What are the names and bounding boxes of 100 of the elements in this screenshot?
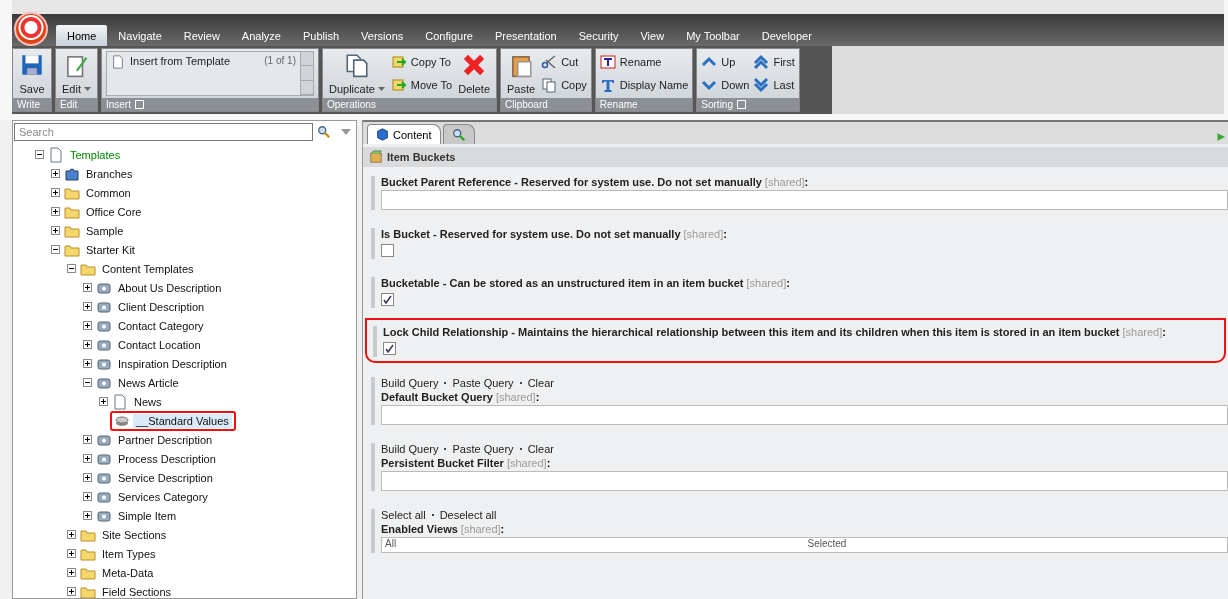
tree-item[interactable]: Content Templates: [99, 261, 197, 276]
expand-toggle[interactable]: [83, 302, 92, 311]
gallery-item[interactable]: Insert from Template (1 of 1): [106, 52, 300, 95]
tree-item[interactable]: Process Description: [115, 451, 219, 466]
search-icon: [317, 125, 331, 139]
tree-item[interactable]: Starter Kit: [83, 242, 138, 257]
tree-item[interactable]: About Us Description: [115, 280, 225, 295]
collapse-toggle[interactable]: [35, 150, 44, 159]
multilist-field[interactable]: All Selected: [381, 537, 1228, 553]
editor-tab[interactable]: [442, 124, 475, 144]
field-link[interactable]: Select all: [381, 509, 426, 521]
field-link[interactable]: Deselect all: [439, 509, 497, 521]
expand-toggle[interactable]: [67, 568, 76, 577]
ribbon-button[interactable]: Delete: [456, 51, 492, 96]
tree-item[interactable]: Inspiration Description: [115, 356, 230, 371]
expand-toggle[interactable]: [67, 549, 76, 558]
expand-toggle[interactable]: [83, 340, 92, 349]
ribbon-tab[interactable]: View: [629, 25, 676, 46]
ribbon-button[interactable]: Duplicate: [326, 51, 387, 96]
text-field[interactable]: [381, 405, 1228, 425]
ribbon-tab[interactable]: Versions: [350, 25, 415, 46]
launcher-icon[interactable]: [737, 100, 746, 109]
ribbon-button[interactable]: Rename: [599, 54, 689, 71]
ribbon-button[interactable]: Cut: [541, 54, 587, 71]
expand-toggle[interactable]: [83, 435, 92, 444]
text-field[interactable]: [381, 190, 1228, 210]
tree-item[interactable]: News Article: [115, 375, 182, 390]
tree-item[interactable]: Client Description: [115, 299, 208, 314]
expand-toggle[interactable]: [67, 530, 76, 539]
launcher-icon[interactable]: [135, 100, 144, 109]
tree-item[interactable]: News: [131, 394, 165, 409]
ribbon-tab[interactable]: My Toolbar: [675, 25, 751, 46]
expand-toggle[interactable]: [51, 169, 60, 178]
ribbon-button[interactable]: Display Name: [599, 76, 689, 93]
caret-icon[interactable]: [341, 129, 351, 135]
tree-item[interactable]: Templates: [67, 147, 124, 162]
rename-field-icon: [599, 54, 616, 71]
checkbox[interactable]: [381, 244, 394, 257]
ribbon-button[interactable]: Save: [17, 51, 47, 96]
expand-toggle[interactable]: [99, 397, 108, 406]
tree-item[interactable]: Meta-Data: [99, 565, 157, 580]
expand-toggle[interactable]: [67, 587, 76, 596]
editor-tab[interactable]: Content: [367, 124, 441, 144]
ribbon-button[interactable]: Last: [753, 76, 795, 93]
ribbon-button[interactable]: Move To: [390, 76, 453, 93]
cube-icon: [376, 128, 389, 141]
search-field[interactable]: Search: [14, 123, 313, 141]
ribbon-tab[interactable]: Home: [56, 25, 108, 46]
ribbon-tab[interactable]: Analyze: [230, 25, 292, 46]
expand-toggle[interactable]: [51, 226, 60, 235]
expand-toggle[interactable]: [83, 492, 92, 501]
tree-item[interactable]: Contact Category: [115, 318, 207, 333]
collapse-toggle[interactable]: [67, 264, 76, 273]
tree-item[interactable]: Item Types: [99, 546, 159, 561]
ribbon-button[interactable]: Edit: [60, 51, 93, 96]
ribbon-tab[interactable]: Configure: [414, 25, 484, 46]
app-logo[interactable]: [14, 12, 48, 46]
field-link[interactable]: Paste Query: [452, 443, 514, 455]
expand-toggle[interactable]: [83, 283, 92, 292]
tree-item[interactable]: Site Sections: [99, 527, 170, 542]
expand-toggle[interactable]: [51, 207, 60, 216]
expand-toggle[interactable]: [51, 188, 60, 197]
field-link[interactable]: Clear: [527, 443, 554, 455]
expand-toggle[interactable]: [83, 473, 92, 482]
checkbox[interactable]: [381, 293, 394, 306]
field-link[interactable]: Build Query: [381, 443, 439, 455]
expand-toggle[interactable]: [83, 454, 92, 463]
ribbon-tab[interactable]: Presentation: [483, 25, 568, 46]
tree-item[interactable]: Partner Description: [115, 432, 216, 447]
collapse-toggle[interactable]: [51, 245, 60, 254]
text-field[interactable]: [381, 471, 1228, 491]
ribbon-tab[interactable]: Review: [172, 25, 231, 46]
tree-item[interactable]: Common: [83, 185, 134, 200]
expand-toggle[interactable]: [83, 359, 92, 368]
expand-toggle[interactable]: [83, 511, 92, 520]
field-link[interactable]: Clear: [527, 377, 554, 389]
tree-item[interactable]: Sample: [83, 223, 127, 238]
field-link[interactable]: Paste Query: [452, 377, 514, 389]
ribbon-tab[interactable]: Navigate: [107, 25, 173, 46]
collapse-toggle[interactable]: [83, 378, 92, 387]
ribbon-button[interactable]: First: [753, 54, 795, 71]
ribbon-button[interactable]: Copy To: [390, 54, 453, 71]
tree-item[interactable]: Branches: [83, 166, 136, 181]
tree-item[interactable]: Services Category: [115, 489, 211, 504]
ribbon-tab[interactable]: Publish: [292, 25, 351, 46]
tree-item[interactable]: Service Description: [115, 470, 216, 485]
tree-item[interactable]: __Standard Values: [133, 413, 232, 428]
ribbon-button[interactable]: Up: [701, 54, 750, 71]
ribbon-button[interactable]: Down: [701, 76, 750, 93]
expand-toggle[interactable]: [83, 321, 92, 330]
tree-item[interactable]: Simple Item: [115, 508, 180, 523]
ribbon-button[interactable]: Copy: [541, 76, 587, 93]
tree-item[interactable]: Contact Location: [115, 337, 204, 352]
ribbon-tab[interactable]: Security: [567, 25, 630, 46]
checkbox[interactable]: [383, 342, 396, 355]
ribbon-button[interactable]: Paste: [505, 51, 538, 96]
tree-item[interactable]: Office Core: [83, 204, 145, 219]
tree-item[interactable]: Field Sections: [99, 584, 175, 598]
ribbon-tab[interactable]: Developer: [750, 25, 823, 46]
field-link[interactable]: Build Query: [381, 377, 439, 389]
